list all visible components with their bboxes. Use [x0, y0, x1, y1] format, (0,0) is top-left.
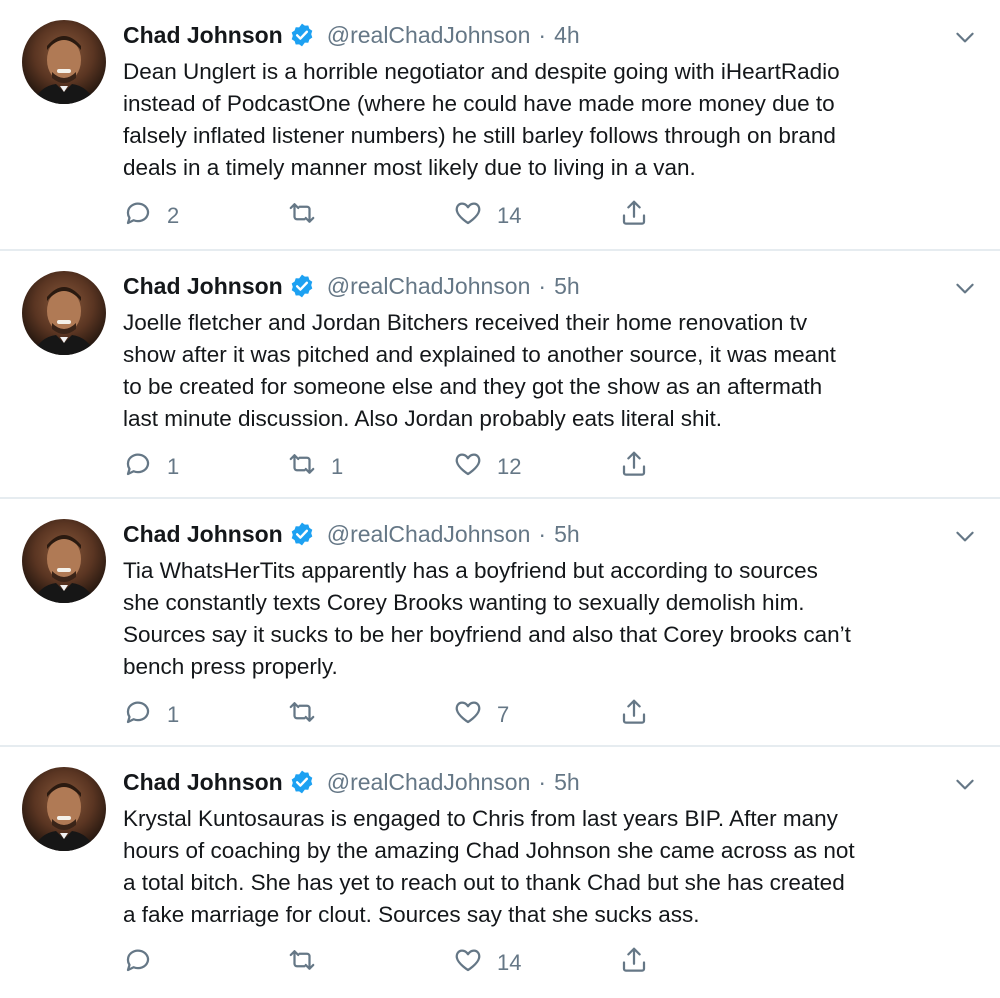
retweet-count: 1: [331, 454, 344, 479]
author-name[interactable]: Chad Johnson: [123, 521, 283, 548]
share-button[interactable]: [619, 449, 649, 485]
chevron-down-icon[interactable]: [952, 771, 978, 797]
reply-button[interactable]: 1: [123, 697, 179, 733]
like-count: 14: [497, 950, 522, 975]
separator-dot: ·: [538, 272, 547, 299]
tweet-text: Krystal Kuntosauras is engaged to Chris …: [123, 806, 855, 927]
tweet-actions: 14: [123, 945, 663, 981]
share-button[interactable]: [619, 198, 649, 234]
tweet[interactable]: Chad Johnson @realChadJohnson · 5h Kryst…: [0, 745, 1000, 992]
tweet-header: Chad Johnson @realChadJohnson · 5h: [123, 269, 580, 303]
chevron-down-icon[interactable]: [952, 24, 978, 50]
verified-badge-icon: [289, 769, 315, 795]
author-name[interactable]: Chad Johnson: [123, 769, 283, 796]
avatar[interactable]: [22, 271, 106, 355]
share-icon: [619, 945, 649, 981]
tweet-timestamp[interactable]: 5h: [554, 521, 580, 548]
retweet-button[interactable]: 1: [287, 449, 343, 485]
share-button[interactable]: [619, 945, 649, 981]
author-handle[interactable]: @realChadJohnson: [327, 769, 531, 796]
verified-badge-icon: [289, 273, 315, 299]
author-name[interactable]: Chad Johnson: [123, 273, 283, 300]
reply-button[interactable]: [123, 945, 167, 981]
separator-dot: ·: [538, 768, 547, 795]
tweet[interactable]: Chad Johnson @realChadJohnson · 4h Dean …: [0, 0, 1000, 247]
like-count: 7: [497, 702, 510, 727]
retweet-button[interactable]: [287, 945, 331, 981]
like-button[interactable]: 14: [453, 198, 521, 234]
retweet-button[interactable]: [287, 198, 331, 234]
share-icon: [619, 449, 649, 485]
tweet-timestamp[interactable]: 5h: [554, 769, 580, 796]
retweet-icon: [287, 198, 317, 234]
reply-icon: [123, 449, 153, 485]
like-count: 14: [497, 203, 522, 228]
tweet[interactable]: Chad Johnson @realChadJohnson · 5h Joell…: [0, 249, 1000, 496]
reply-button[interactable]: 1: [123, 449, 179, 485]
tweet[interactable]: Chad Johnson @realChadJohnson · 5h Tia W…: [0, 497, 1000, 744]
retweet-icon: [287, 945, 317, 981]
tweet-header: Chad Johnson @realChadJohnson · 5h: [123, 517, 580, 551]
avatar[interactable]: [22, 519, 106, 603]
avatar[interactable]: [22, 767, 106, 851]
tweet-header: Chad Johnson @realChadJohnson · 5h: [123, 765, 580, 799]
heart-icon: [453, 945, 483, 981]
verified-badge-icon: [289, 22, 315, 48]
tweet-actions: 2 14: [123, 198, 663, 234]
reply-icon: [123, 697, 153, 733]
author-handle[interactable]: @realChadJohnson: [327, 521, 531, 548]
reply-icon: [123, 945, 153, 981]
reply-count: 2: [167, 203, 180, 228]
verified-badge-icon: [289, 521, 315, 547]
tweet-timestamp[interactable]: 4h: [554, 22, 580, 49]
retweet-icon: [287, 697, 317, 733]
avatar[interactable]: [22, 20, 106, 104]
tweet-actions: 1 7: [123, 697, 663, 733]
tweet-header: Chad Johnson @realChadJohnson · 4h: [123, 18, 580, 52]
author-handle[interactable]: @realChadJohnson: [327, 273, 531, 300]
separator-dot: ·: [538, 21, 547, 48]
tweet-feed: Chad Johnson @realChadJohnson · 4h Dean …: [0, 0, 1000, 998]
share-icon: [619, 697, 649, 733]
chevron-down-icon[interactable]: [952, 523, 978, 549]
share-button[interactable]: [619, 697, 649, 733]
tweet-timestamp[interactable]: 5h: [554, 273, 580, 300]
reply-icon: [123, 198, 153, 234]
reply-count: 1: [167, 454, 180, 479]
author-handle[interactable]: @realChadJohnson: [327, 22, 531, 49]
separator-dot: ·: [538, 520, 547, 547]
like-count: 12: [497, 454, 522, 479]
like-button[interactable]: 7: [453, 697, 509, 733]
tweet-text: Tia WhatsHerTits apparently has a boyfri…: [123, 558, 851, 679]
tweet-text: Joelle fletcher and Jordan Bitchers rece…: [123, 310, 836, 431]
reply-button[interactable]: 2: [123, 198, 179, 234]
heart-icon: [453, 449, 483, 485]
chevron-down-icon[interactable]: [952, 275, 978, 301]
retweet-button[interactable]: [287, 697, 331, 733]
heart-icon: [453, 697, 483, 733]
share-icon: [619, 198, 649, 234]
tweet-text: Dean Unglert is a horrible negotiator an…: [123, 59, 840, 180]
tweet-actions: 1 1 12: [123, 449, 663, 485]
like-button[interactable]: 12: [453, 449, 521, 485]
like-button[interactable]: 14: [453, 945, 521, 981]
reply-count: 1: [167, 702, 180, 727]
heart-icon: [453, 198, 483, 234]
author-name[interactable]: Chad Johnson: [123, 22, 283, 49]
retweet-icon: [287, 449, 317, 485]
